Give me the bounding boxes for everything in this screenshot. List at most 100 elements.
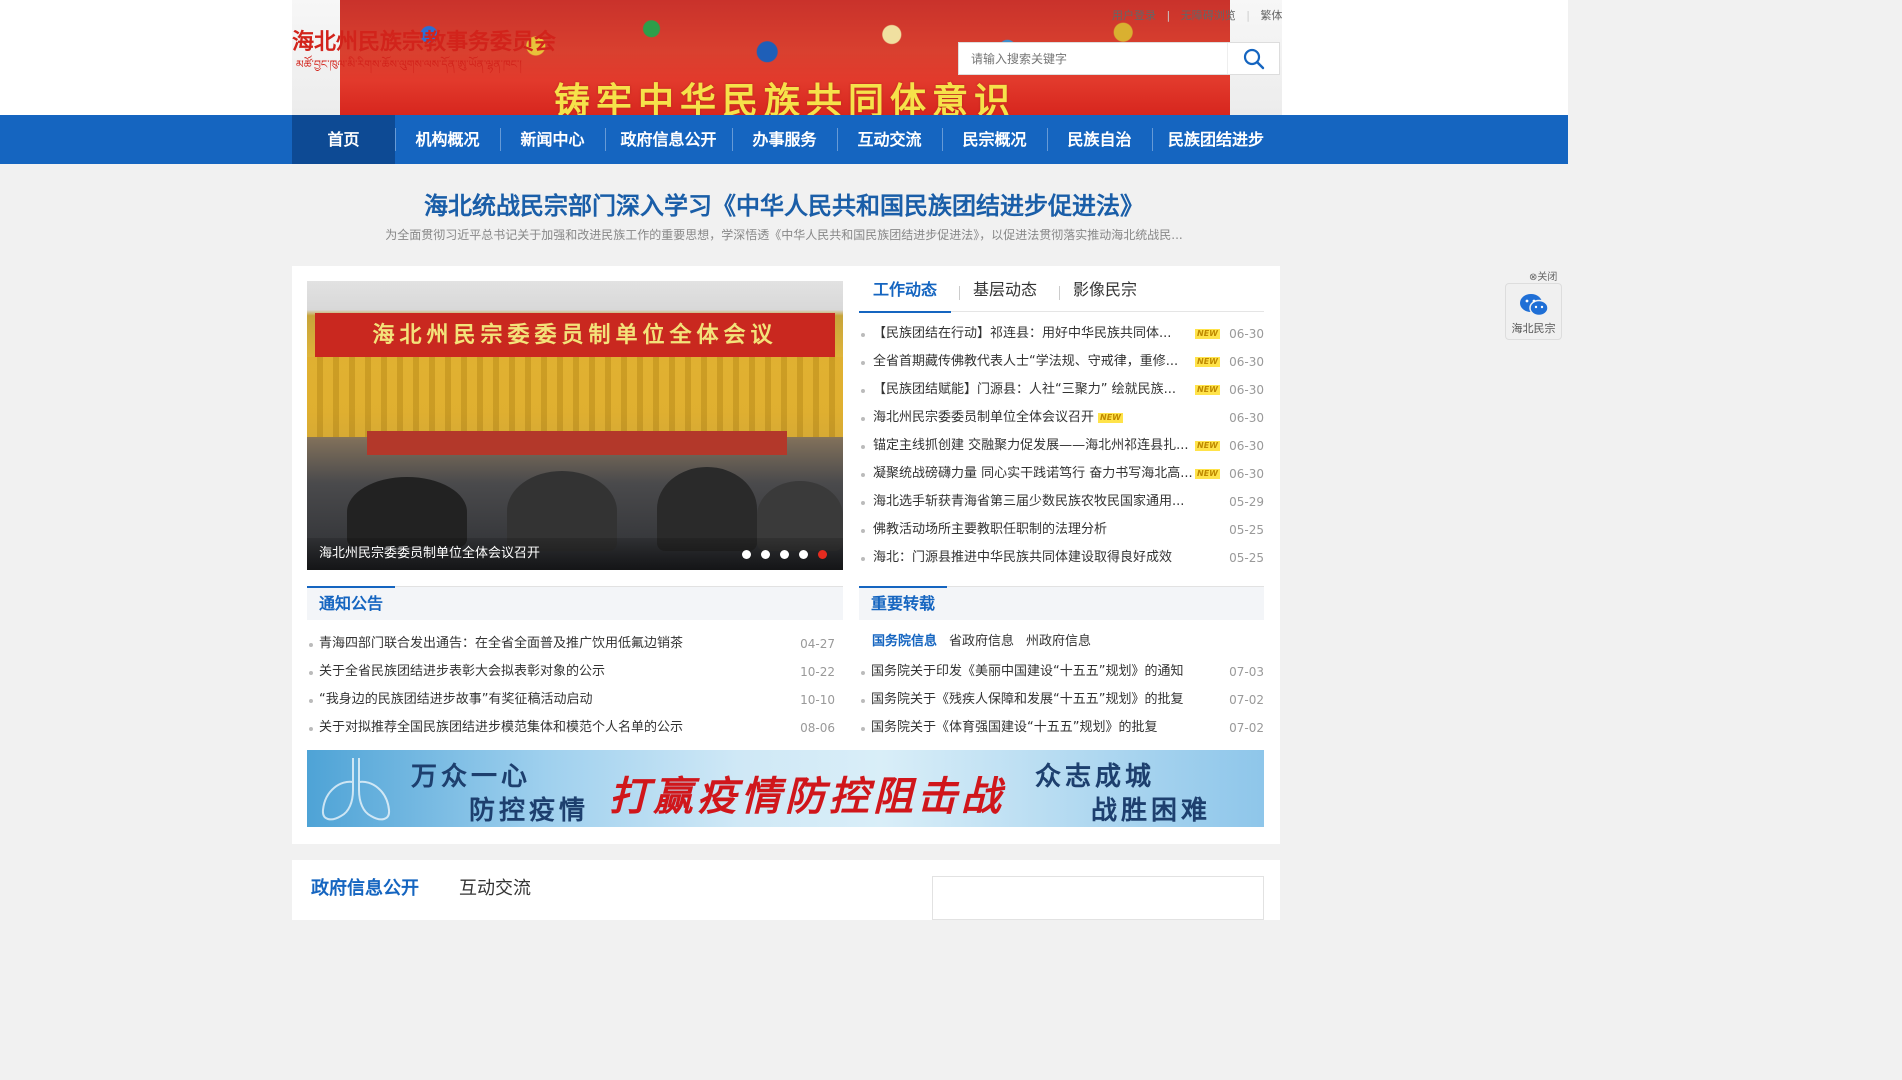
new-badge: NEW (1195, 385, 1220, 395)
subtab-state-council[interactable]: 国务院信息 (872, 630, 937, 649)
wechat-float-button[interactable]: 海北民宗 (1505, 283, 1562, 340)
nav-ethnic-autonomy[interactable]: 民族自治 (1047, 115, 1152, 164)
epidemic-right-line1: 众志成城 (1035, 762, 1156, 792)
news-list: 【民族团结在行动】祁连县：用好中华民族共同体... NEW 06-30 全省首期藏传… (859, 320, 1264, 572)
news-date: 06-30 (1229, 383, 1264, 397)
image-slider[interactable]: 海北州民宗委委员制单位全体会议 海北州民宗委委员制单位全体会议召开 (307, 281, 843, 570)
login-link[interactable]: 用户登录 (1112, 9, 1156, 22)
news-title: 全省首期藏传佛教代表人士“学法规、守戒律，重修... (873, 354, 1179, 369)
divider: | (1246, 9, 1250, 22)
search-icon (1243, 48, 1264, 69)
tab-photo-gallery[interactable]: 影像民宗 (1059, 276, 1151, 312)
list-item[interactable]: 海北：门源县推进中华民族共同体建设取得良好成效 05-25 (859, 544, 1264, 572)
reposts-list: 国务院关于印发《美丽中国建设“十五五”规划》的通知 07-03 国务院关于《残疾人… (859, 658, 1264, 742)
repost-date: 07-03 (1229, 665, 1264, 679)
nav-services[interactable]: 办事服务 (732, 115, 837, 164)
notice-date: 04-27 (800, 637, 835, 651)
list-item[interactable]: 国务院关于印发《美丽中国建设“十五五”规划》的通知 07-03 (859, 658, 1264, 686)
slider-dots (742, 550, 827, 559)
slider-dot[interactable] (761, 550, 770, 559)
nav-ethnic-unity[interactable]: 民族团结进步 (1152, 115, 1280, 164)
notice-title: 青海四部门联合发出通告：在全省全面普及推广饮用低氟边销茶 (319, 636, 684, 651)
nav-organization[interactable]: 机构概况 (395, 115, 500, 164)
tab-work-updates[interactable]: 工作动态 (859, 276, 952, 313)
news-date: 05-25 (1229, 523, 1264, 537)
headline-title[interactable]: 海北统战民宗部门深入学习《中华人民共和国民族团结进步促进法》 (0, 186, 1568, 221)
notices-list: 青海四部门联合发出通告：在全省全面普及推广饮用低氟边销茶 04-27 关于全省民族… (307, 630, 835, 742)
news-date: 05-25 (1229, 551, 1264, 565)
wechat-label: 海北民宗 (1511, 322, 1556, 335)
news-date: 06-30 (1229, 411, 1264, 425)
nav-ethnic-religion-overview[interactable]: 民宗概况 (942, 115, 1047, 164)
news-title: 海北选手斩获青海省第三届少数民族农牧民国家通用... (873, 494, 1185, 509)
list-item[interactable]: 关于对拟推荐全国民族团结进步模范集体和模范个人名单的公示 08-06 (307, 714, 835, 742)
list-item[interactable]: 凝聚统战磅礴力量 同心实干践诺笃行 奋力书写海北高... NEW 06-30 (859, 460, 1264, 488)
subtab-provincial-gov[interactable]: 省政府信息 (949, 630, 1014, 649)
slider-dot[interactable] (780, 550, 789, 559)
top-links: 用户登录 | 无障碍浏览 | 繁体 (1112, 7, 1282, 23)
headline-summary: 为全面贯彻习近平总书记关于加强和改进民族工作的重要思想，学深悟透《中华人民共和国… (385, 228, 1183, 242)
list-item[interactable]: 【民族团结在行动】祁连县：用好中华民族共同体... NEW 06-30 (859, 320, 1264, 348)
nav-home[interactable]: 首页 (292, 115, 395, 164)
news-date: 06-30 (1229, 327, 1264, 341)
nav-news-center[interactable]: 新闻中心 (500, 115, 605, 164)
list-item[interactable]: 海北选手斩获青海省第三届少数民族农牧民国家通用... 05-29 (859, 488, 1264, 516)
slide-meeting-banner: 海北州民宗委委员制单位全体会议 (315, 313, 835, 357)
news-title: 锚定主线抓创建 交融聚力促发展——海北州祁连县扎... (873, 438, 1189, 453)
subtab-prefecture-gov[interactable]: 州政府信息 (1026, 630, 1091, 649)
list-item[interactable]: 国务院关于《残疾人保障和发展“十五五”规划》的批复 07-02 (859, 686, 1264, 714)
tab-interaction[interactable]: 互动交流 (459, 874, 531, 900)
main-nav: 首页 机构概况 新闻中心 政府信息公开 办事服务 互动交流 民宗概况 民族自治 … (0, 115, 1568, 164)
list-item[interactable]: 【民族团结赋能】门源县：人社“三聚力” 绘就民族... NEW 06-30 (859, 376, 1264, 404)
slider-dot[interactable] (742, 550, 751, 559)
tab-grassroots-updates[interactable]: 基层动态 (959, 276, 1051, 312)
search-button[interactable] (1227, 43, 1279, 74)
epidemic-center-slogan: 打赢疫情防控阻击战 (609, 773, 1005, 820)
list-item[interactable]: “我身边的民族团结进步故事”有奖征稿活动启动 10-10 (307, 686, 835, 714)
float-close-button[interactable]: ⊗关闭 (1529, 268, 1557, 283)
list-item[interactable]: 锚定主线抓创建 交融聚力促发展——海北州祁连县扎... NEW 06-30 (859, 432, 1264, 460)
reposts-header: 重要转载 (858, 586, 1264, 621)
lower-side-box (932, 876, 1264, 920)
repost-title: 国务院关于《体育强国建设“十五五”规划》的批复 (871, 720, 1158, 735)
search-box (958, 42, 1280, 75)
notice-date: 10-10 (800, 693, 835, 707)
epidemic-banner[interactable]: 万众一心 防控疫情 打赢疫情防控阻击战 众志成城 战胜困难 (307, 750, 1264, 827)
list-item[interactable]: 佛教活动场所主要教职任职制的法理分析 05-25 (859, 516, 1264, 544)
epidemic-left-line2: 防控疫情 (469, 796, 590, 826)
notices-title[interactable]: 通知公告 (306, 586, 396, 621)
slider-dot-active[interactable] (818, 550, 827, 559)
list-item[interactable]: 国务院关于《体育强国建设“十五五”规划》的批复 07-02 (859, 714, 1264, 742)
notice-title: “我身边的民族团结进步故事”有奖征稿活动启动 (319, 692, 593, 707)
list-item[interactable]: 全省首期藏传佛教代表人士“学法规、守戒律，重修... NEW 06-30 (859, 348, 1264, 376)
divider: | (1166, 9, 1171, 22)
wechat-icon (1520, 294, 1549, 317)
slide-table (367, 431, 787, 455)
list-item[interactable]: 青海四部门联合发出通告：在全省全面普及推广饮用低氟边销茶 04-27 (307, 630, 835, 658)
notice-title: 关于全省民族团结进步表彰大会拟表彰对象的公示 (319, 664, 606, 679)
banner-slogan: 铸牢中华民族共同体意识 (554, 80, 1017, 115)
slide-person (347, 477, 467, 547)
news-date: 05-29 (1229, 495, 1264, 509)
new-badge: NEW (1195, 469, 1220, 479)
lower-card: 政府信息公开 互动交流 (292, 860, 1280, 920)
list-item[interactable]: 关于全省民族团结进步表彰大会拟表彰对象的公示 10-22 (307, 658, 835, 686)
news-date: 06-30 (1229, 467, 1264, 481)
lower-tabs: 政府信息公开 互动交流 (311, 874, 531, 900)
list-item[interactable]: 海北州民宗委委员制单位全体会议召开 NEW 06-30 (859, 404, 1264, 432)
repost-date: 07-02 (1229, 693, 1264, 707)
reposts-title[interactable]: 重要转载 (858, 586, 948, 621)
traditional-chinese-link[interactable]: 繁体 (1260, 9, 1282, 22)
reposts-subtabs: 国务院信息 省政府信息 州政府信息 (872, 630, 1091, 649)
site-logo-tibetan: མཚོ་བྱང་ཁུལ་མི་རིགས་ཆོས་ལུགས་ལས་དོན་ཨུ་ཡ… (296, 58, 522, 71)
search-input[interactable] (959, 43, 1227, 74)
repost-date: 07-02 (1229, 721, 1264, 735)
nav-gov-info[interactable]: 政府信息公开 (605, 115, 732, 164)
new-badge: NEW (1098, 412, 1123, 423)
nav-interaction[interactable]: 互动交流 (837, 115, 942, 164)
slider-dot[interactable] (799, 550, 808, 559)
notice-title: 关于对拟推荐全国民族团结进步模范集体和模范个人名单的公示 (319, 720, 684, 735)
tab-gov-info[interactable]: 政府信息公开 (311, 874, 419, 900)
new-badge: NEW (1195, 329, 1220, 339)
accessibility-link[interactable]: 无障碍浏览 (1181, 9, 1236, 22)
